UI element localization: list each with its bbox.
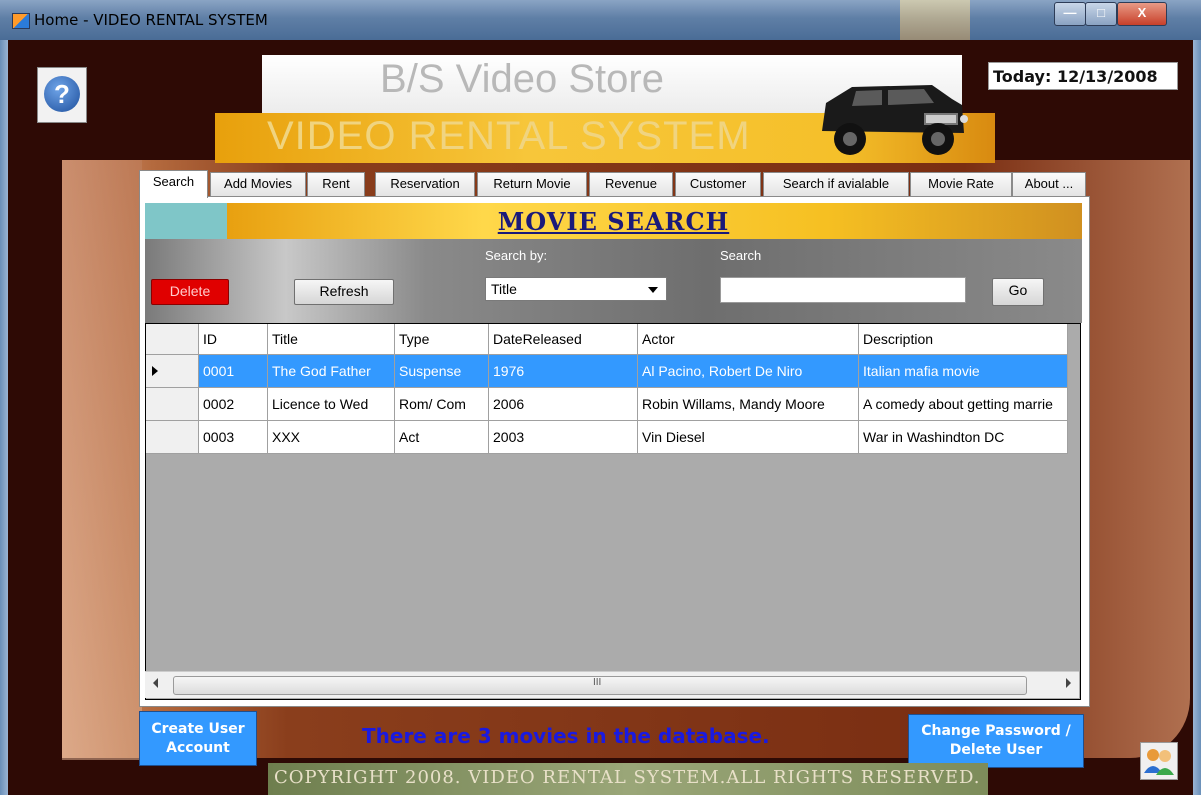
copyright-bar: COPYRIGHT 2008. VIDEO RENTAL SYSTEM.ALL … [268,763,988,795]
window-title: Home - VIDEO RENTAL SYSTEM [34,11,268,29]
scroll-right-arrow-icon[interactable] [1066,678,1071,688]
row-selector[interactable] [146,420,199,454]
column-header-title[interactable]: Title [267,324,395,355]
cell-id[interactable]: 0001 [198,354,268,388]
tab-rent[interactable]: Rent [307,172,365,196]
go-button[interactable]: Go [992,278,1044,306]
column-header-date-released[interactable]: DateReleased [488,324,638,355]
maximize-button[interactable]: □ [1085,2,1117,26]
scroll-left-arrow-icon[interactable] [153,678,158,688]
titlebar-glow [900,0,970,40]
cell-title[interactable]: XXX [267,420,395,454]
movie-count-message: There are 3 movies in the database. [362,724,770,748]
cell-date-released[interactable]: 1976 [488,354,638,388]
cell-type[interactable]: Suspense [394,354,489,388]
cell-actor[interactable]: Robin Willams, Mandy Moore [637,387,859,421]
cell-actor[interactable]: Vin Diesel [637,420,859,454]
table-row[interactable]: 0003 XXX Act 2003 Vin Diesel War in Wash… [146,420,1068,454]
search-toolbar: Delete Refresh Search by: Title Search G… [145,239,1082,323]
cell-id[interactable]: 0003 [198,420,268,454]
minimize-button[interactable]: — [1054,2,1086,26]
chevron-down-icon [648,287,658,293]
table-header-row: ID Title Type DateReleased Actor Descrip… [146,324,1068,355]
column-header-description[interactable]: Description [858,324,1068,355]
cell-date-released[interactable]: 2003 [488,420,638,454]
tab-return-movie[interactable]: Return Movie [477,172,587,196]
horizontal-scrollbar[interactable]: III [145,671,1079,698]
tab-revenue[interactable]: Revenue [589,172,673,196]
movies-grid[interactable]: ID Title Type DateReleased Actor Descrip… [145,323,1081,700]
column-header-actor[interactable]: Actor [637,324,859,355]
current-row-icon [152,366,158,376]
cell-id[interactable]: 0002 [198,387,268,421]
refresh-button[interactable]: Refresh [294,279,394,305]
store-name: B/S Video Store [380,57,664,101]
search-by-label: Search by: [485,248,548,263]
row-selector[interactable] [146,354,199,388]
window-border-right [1193,40,1201,795]
row-selector[interactable] [146,387,199,421]
tab-search-if-available[interactable]: Search if avialable [763,172,909,196]
column-header-id[interactable]: ID [198,324,268,355]
content-background-fade [62,160,142,760]
tab-add-movies[interactable]: Add Movies [210,172,306,196]
cell-description[interactable]: War in Washindton DC [858,420,1068,454]
movies-table: ID Title Type DateReleased Actor Descrip… [146,324,1068,454]
tab-movie-rate[interactable]: Movie Rate [910,172,1012,196]
row-header-corner [146,324,199,355]
system-name: VIDEO RENTAL SYSTEM [267,114,751,158]
scrollbar-grip: III [593,677,602,688]
delete-button[interactable]: Delete [151,279,229,305]
cell-type[interactable]: Rom/ Com [394,387,489,421]
help-icon: ? [44,76,80,112]
search-tab-panel: MOVIE SEARCH Delete Refresh Search by: T… [139,196,1090,707]
tab-reservation[interactable]: Reservation [375,172,475,196]
tab-search[interactable]: Search [139,170,208,198]
today-date-text: Today: 12/13/2008 [993,67,1158,86]
cell-type[interactable]: Act [394,420,489,454]
jeep-image [822,85,968,155]
window-border-left [0,40,8,795]
tab-customer[interactable]: Customer [675,172,761,196]
movie-search-header: MOVIE SEARCH [145,203,1082,239]
table-row[interactable]: 0001 The God Father Suspense 1976 Al Pac… [146,354,1068,388]
window-titlebar[interactable]: Home - VIDEO RENTAL SYSTEM — □ X [0,0,1201,40]
app-icon [12,13,30,29]
users-icon[interactable] [1140,742,1178,780]
help-button[interactable]: ? [37,67,87,123]
search-input[interactable] [720,277,966,303]
create-user-account-button[interactable]: Create User Account [139,711,257,766]
tab-about[interactable]: About ... [1012,172,1086,196]
search-by-select[interactable]: Title [485,277,667,301]
cell-description[interactable]: Italian mafia movie [858,354,1068,388]
cell-date-released[interactable]: 2006 [488,387,638,421]
cell-title[interactable]: Licence to Wed [267,387,395,421]
cell-description[interactable]: A comedy about getting marrie [858,387,1068,421]
cell-actor[interactable]: Al Pacino, Robert De Niro [637,354,859,388]
column-header-type[interactable]: Type [394,324,489,355]
cell-title[interactable]: The God Father [267,354,395,388]
today-date: Today: 12/13/2008 [988,62,1178,90]
close-button[interactable]: X [1117,2,1167,26]
search-by-value: Title [491,281,517,297]
movie-search-title: MOVIE SEARCH [497,207,730,236]
table-row[interactable]: 0002 Licence to Wed Rom/ Com 2006 Robin … [146,387,1068,421]
search-label: Search [720,248,762,263]
change-password-button[interactable]: Change Password / Delete User [908,714,1084,768]
copyright-text: COPYRIGHT 2008. VIDEO RENTAL SYSTEM.ALL … [274,767,981,788]
